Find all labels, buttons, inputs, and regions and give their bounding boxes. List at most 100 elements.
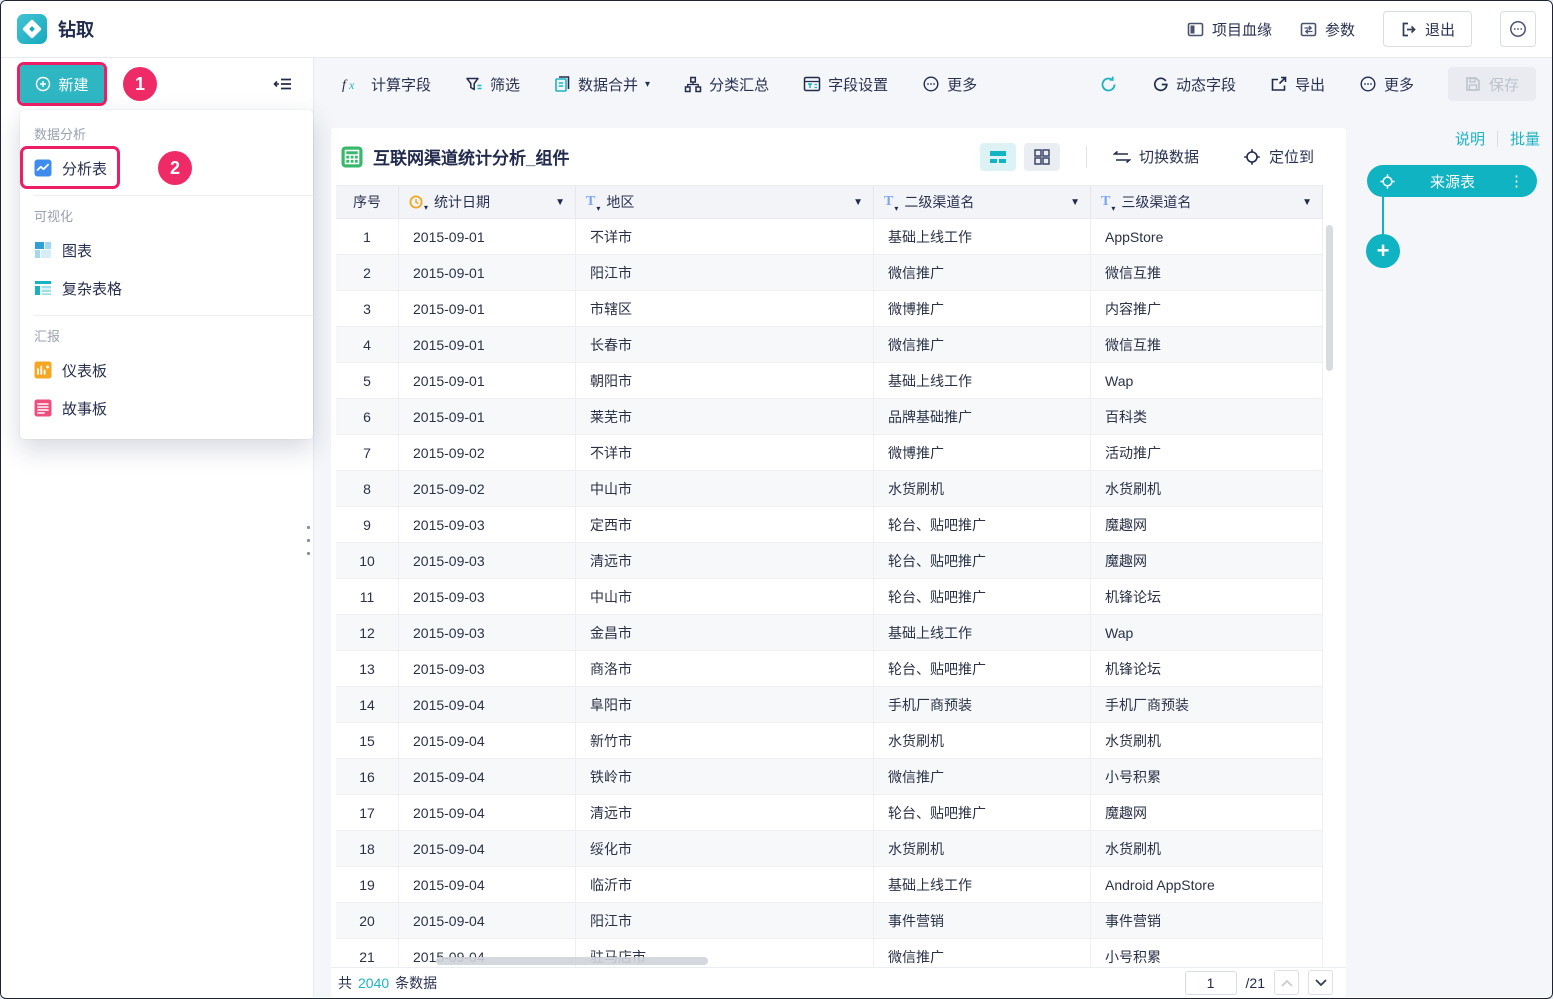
source-table-node[interactable]: 来源表 ⋮ (1367, 165, 1537, 197)
total-prefix: 共 (338, 974, 352, 991)
menu-item-analysis-table[interactable]: 分析表 2 (20, 146, 313, 189)
new-button[interactable]: 新建 (20, 65, 104, 103)
table-cell: 机锋论坛 (1091, 651, 1323, 686)
table-cell: 长春市 (576, 327, 874, 362)
list-view-toggle[interactable] (979, 142, 1016, 171)
app-logo-icon (17, 14, 47, 44)
column-header-channel3[interactable]: T ▾ 三级渠道名 ▼ (1091, 186, 1323, 218)
step-badge-2: 2 (158, 151, 192, 185)
caret-down-icon[interactable]: ▾ (645, 79, 650, 90)
toolbar-right-group: 动态字段 导出 更多 保存 (1099, 67, 1536, 101)
save-button[interactable]: 保存 (1447, 67, 1536, 101)
table-row[interactable]: 10 2015-09-03 清远市 轮台、贴吧推广 魔趣网 (336, 543, 1323, 579)
table-cell: 2015-09-04 (399, 795, 576, 830)
table-cell: 1 (336, 219, 399, 254)
prev-page-button[interactable] (1274, 970, 1299, 995)
next-page-button[interactable] (1308, 970, 1333, 995)
table-row[interactable]: 17 2015-09-04 清远市 轮台、贴吧推广 魔趣网 (336, 795, 1323, 831)
table-row[interactable]: 12 2015-09-03 金昌市 基础上线工作 Wap (336, 615, 1323, 651)
filter-caret-icon[interactable]: ▼ (1070, 197, 1080, 208)
menu-item-dashboard[interactable]: 仪表板 (20, 351, 313, 389)
filter-caret-icon[interactable]: ▼ (1302, 197, 1312, 208)
table-cell: 14 (336, 687, 399, 722)
table-cell: 12 (336, 615, 399, 650)
field-settings-button[interactable]: 字段设置 (803, 74, 888, 95)
table-cell: 2015-09-04 (399, 903, 576, 938)
dashboard-icon (34, 361, 52, 379)
ellipsis-circle-icon (922, 75, 940, 93)
column-header-channel2[interactable]: T ▾ 二级渠道名 ▼ (874, 186, 1091, 218)
data-merge-button[interactable]: 数据合并 ▾ (554, 74, 650, 95)
table-row[interactable]: 19 2015-09-04 临沂市 基础上线工作 Android AppStore (336, 867, 1323, 903)
plus-circle-icon (35, 76, 51, 92)
menu-item-complex-table[interactable]: 复杂表格 (20, 269, 313, 307)
more-button-2[interactable]: 更多 (1359, 74, 1414, 95)
table-cell: 2015-09-02 (399, 471, 576, 506)
explain-link[interactable]: 说明 (1455, 128, 1485, 149)
table-cell: 轮台、贴吧推广 (874, 507, 1091, 542)
table-cell: 不详市 (576, 435, 874, 470)
table-cell: 微信推广 (874, 327, 1091, 362)
menu-item-storyboard[interactable]: 故事板 (20, 389, 313, 427)
table-row[interactable]: 1 2015-09-01 不详市 基础上线工作 AppStore (336, 219, 1323, 255)
table-row[interactable]: 11 2015-09-03 中山市 轮台、贴吧推广 机锋论坛 (336, 579, 1323, 615)
table-cell: 2015-09-01 (399, 363, 576, 398)
column-header-date[interactable]: ▾ 统计日期 ▼ (399, 186, 576, 218)
table-row[interactable]: 5 2015-09-01 朝阳市 基础上线工作 Wap (336, 363, 1323, 399)
calculated-field-button[interactable]: fx 计算字段 (342, 74, 431, 95)
clock-icon: ▾ (409, 195, 428, 212)
table-row[interactable]: 15 2015-09-04 新竹市 水货刷机 水货刷机 (336, 723, 1323, 759)
table-row[interactable]: 2 2015-09-01 阳江市 微信推广 微信互推 (336, 255, 1323, 291)
table-row[interactable]: 6 2015-09-01 莱芜市 品牌基础推广 百科类 (336, 399, 1323, 435)
node-menu-icon[interactable]: ⋮ (1509, 172, 1525, 190)
panel-resize-handle[interactable] (307, 526, 310, 555)
table-row[interactable]: 4 2015-09-01 长春市 微信推广 微信互推 (336, 327, 1323, 363)
complex-table-icon (34, 279, 52, 297)
table-row[interactable]: 8 2015-09-02 中山市 水货刷机 水货刷机 (336, 471, 1323, 507)
vertical-scrollbar[interactable] (1326, 225, 1333, 371)
table-row[interactable]: 14 2015-09-04 阜阳市 手机厂商预装 手机厂商预装 (336, 687, 1323, 723)
batch-link[interactable]: 批量 (1510, 128, 1540, 149)
dynamic-field-button[interactable]: 动态字段 (1152, 74, 1236, 95)
header-more-button[interactable] (1500, 11, 1536, 47)
table-cell: 水货刷机 (874, 723, 1091, 758)
table-row[interactable]: 7 2015-09-02 不详市 微博推广 活动推广 (336, 435, 1323, 471)
page-number-input[interactable]: 1 (1184, 970, 1237, 995)
filter-button[interactable]: 筛选 (465, 74, 520, 95)
horizontal-scrollbar[interactable] (436, 957, 708, 965)
table-row[interactable]: 13 2015-09-03 商洛市 轮台、贴吧推广 机锋论坛 (336, 651, 1323, 687)
table-cell: 中山市 (576, 471, 874, 506)
subtotal-button[interactable]: 分类汇总 (684, 74, 769, 95)
table-cell: 阜阳市 (576, 687, 874, 722)
storyboard-icon (34, 399, 52, 417)
source-table-label: 来源表 (1429, 173, 1475, 191)
grid-view-toggle[interactable] (1023, 142, 1060, 171)
export-button[interactable]: 导出 (1270, 74, 1325, 95)
column-label: 序号 (353, 194, 381, 210)
project-lineage-button[interactable]: 项目血缘 (1187, 19, 1272, 40)
refresh-button[interactable] (1099, 75, 1118, 94)
switch-data-button[interactable]: 切换数据 (1112, 146, 1199, 167)
refresh-icon (1099, 75, 1118, 94)
total-count: 2040 (358, 974, 390, 991)
more-button[interactable]: 更多 (922, 74, 977, 95)
exit-button[interactable]: 退出 (1382, 11, 1472, 47)
params-button[interactable]: 参数 (1300, 19, 1355, 40)
menu-item-chart[interactable]: 图表 (20, 231, 313, 269)
locate-button[interactable]: 定位到 (1243, 146, 1314, 167)
table-body: 1 2015-09-01 不详市 基础上线工作 AppStore 2 2015-09-01 阳… (336, 219, 1346, 967)
table-cell: 2015-09-04 (399, 687, 576, 722)
filter-caret-icon[interactable]: ▼ (853, 197, 863, 208)
filter-caret-icon[interactable]: ▼ (555, 197, 565, 208)
add-node-button[interactable]: + (1366, 234, 1400, 268)
table-cell: 魔趣网 (1091, 507, 1323, 542)
table-row[interactable]: 16 2015-09-04 铁岭市 微信推广 小号积累 (336, 759, 1323, 795)
column-header-index[interactable]: 序号 (336, 186, 399, 218)
table-row[interactable]: 9 2015-09-03 定西市 轮台、贴吧推广 魔趣网 (336, 507, 1323, 543)
table-row[interactable]: 3 2015-09-01 市辖区 微博推广 内容推广 (336, 291, 1323, 327)
collapse-sidebar-icon[interactable] (273, 75, 293, 93)
table-row[interactable]: 18 2015-09-04 绥化市 水货刷机 水货刷机 (336, 831, 1323, 867)
table-cell: 水货刷机 (1091, 831, 1323, 866)
table-row[interactable]: 20 2015-09-04 阳江市 事件营销 事件营销 (336, 903, 1323, 939)
column-header-region[interactable]: T ▾ 地区 ▼ (576, 186, 874, 218)
